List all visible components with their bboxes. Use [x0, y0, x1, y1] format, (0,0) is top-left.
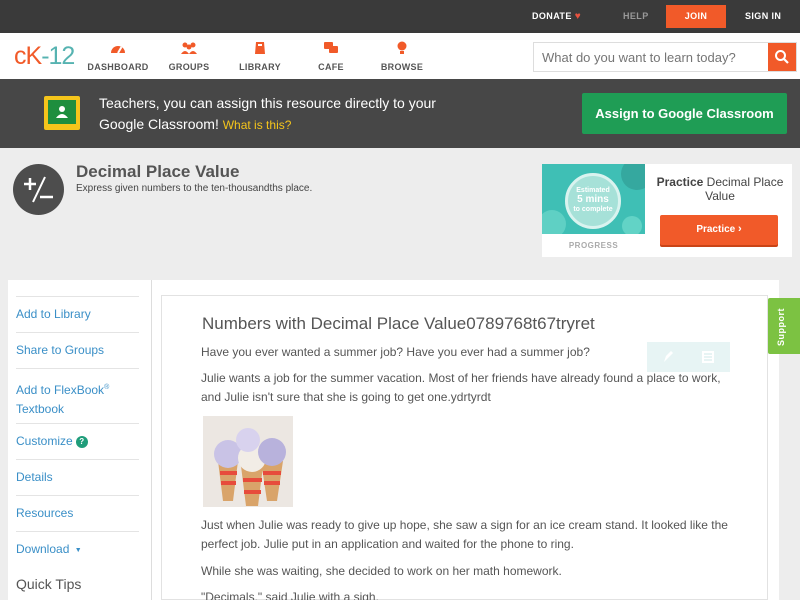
nav-dashboard[interactable]: DASHBOARD	[83, 41, 153, 72]
nav-cafe-label: CAFE	[318, 62, 344, 72]
customize-link[interactable]: Customize?	[16, 423, 139, 450]
download-label: Download	[16, 542, 70, 556]
plus-minus-icon	[13, 164, 64, 215]
estimated-mins: 5 mins	[577, 194, 609, 205]
concept-subtitle: Express given numbers to the ten-thousan…	[76, 183, 313, 194]
add-to-library-link[interactable]: Add to Library	[16, 296, 139, 323]
to-complete-label: to complete	[573, 206, 613, 213]
search-icon	[775, 50, 789, 64]
resources-link[interactable]: Resources	[16, 495, 139, 522]
logo-c: c	[14, 42, 26, 70]
logo-12: -12	[41, 42, 75, 70]
concept-title: Decimal Place Value	[76, 162, 240, 181]
customize-label: Customize	[16, 434, 73, 448]
donate-label: DONATE	[532, 11, 572, 21]
paragraph-4: While she was waiting, she decided to wo…	[201, 564, 562, 578]
estimated-label: Estimated	[576, 187, 610, 194]
heart-icon: ♥	[574, 11, 582, 22]
top-bar: DONATE ♥ HELP JOIN SIGN IN	[0, 0, 800, 33]
logo-k: K	[25, 42, 43, 70]
practice-button-label: Practice	[696, 224, 736, 235]
search-input[interactable]	[534, 43, 770, 71]
assign-google-classroom-button[interactable]: Assign to Google Classroom	[582, 93, 787, 134]
support-label: Support	[776, 308, 786, 346]
quick-tips-heading: Quick Tips	[16, 576, 82, 592]
paragraph-2: Julie wants a job for the summer vacatio…	[201, 371, 721, 404]
search-box	[533, 42, 797, 72]
chevron-right-icon: ›	[738, 223, 742, 235]
donate-link[interactable]: DONATE ♥	[532, 0, 581, 33]
cafe-icon	[324, 42, 338, 53]
help-icon[interactable]: ?	[75, 436, 88, 448]
share-to-groups-link[interactable]: Share to Groups	[16, 332, 139, 359]
browse-icon	[397, 41, 407, 54]
left-sidebar: Add to Library Share to Groups Add to Fl…	[8, 280, 151, 600]
nav-cafe[interactable]: CAFE	[296, 41, 366, 72]
ck12-logo[interactable]: cK-12	[14, 42, 75, 71]
practice-image: Estimated 5 mins to complete	[542, 164, 645, 234]
add-flexbook-label: Add to FlexBook	[16, 383, 105, 397]
google-classroom-banner: Teachers, you can assign this resource d…	[0, 79, 800, 148]
nav-browse-label: BROWSE	[380, 62, 424, 72]
practice-button[interactable]: Practice ›	[660, 215, 778, 245]
content-title: Numbers with Decimal Place Value0789768t…	[202, 314, 595, 333]
dashboard-icon	[111, 46, 125, 54]
practice-title: Practice Decimal Place Value	[648, 175, 792, 203]
nav-groups[interactable]: GROUPS	[154, 41, 224, 72]
practice-title-bold: Practice	[656, 175, 704, 189]
what-is-this-link[interactable]: What is this?	[223, 118, 292, 132]
main-header: cK-12 DASHBOARD GROUPS LIBRARY CAFE BROW…	[0, 33, 800, 79]
paragraph-3: Just when Julie was ready to give up hop…	[201, 518, 728, 551]
progress-label: PROGRESS	[568, 241, 619, 250]
paragraph-5: "Decimals," said Julie with a sigh.	[201, 590, 379, 600]
join-button[interactable]: JOIN	[666, 5, 726, 28]
search-button[interactable]	[768, 43, 796, 71]
google-classroom-icon	[44, 96, 80, 130]
help-link[interactable]: HELP	[623, 0, 649, 33]
nav-library[interactable]: LIBRARY	[225, 41, 295, 72]
nav-library-label: LIBRARY	[239, 62, 281, 72]
details-link[interactable]: Details	[16, 459, 139, 486]
sign-in-link[interactable]: SIGN IN	[745, 0, 781, 33]
registered-mark: ®	[104, 384, 110, 391]
add-to-flexbook-link[interactable]: Add to FlexBook® Textbook	[16, 368, 139, 419]
practice-title-rest: Decimal Place Value	[705, 175, 784, 203]
nav-browse[interactable]: BROWSE	[367, 41, 437, 72]
ice-cream-image	[203, 416, 293, 507]
time-estimate-badge: Estimated 5 mins to complete	[565, 173, 621, 229]
library-icon	[255, 42, 265, 54]
practice-card: Estimated 5 mins to complete PROGRESS Pr…	[542, 164, 792, 257]
banner-message: Teachers, you can assign this resource d…	[99, 93, 459, 136]
annotation-tools	[647, 342, 730, 372]
notes-icon[interactable]	[700, 349, 716, 365]
nav-dashboard-label: DASHBOARD	[87, 62, 149, 72]
pencil-icon[interactable]	[660, 349, 676, 365]
groups-icon	[181, 42, 197, 54]
chevron-down-icon: ▼	[74, 547, 82, 554]
nav-groups-label: GROUPS	[168, 62, 210, 72]
add-flexbook-label-2: Textbook	[16, 402, 65, 416]
download-link[interactable]: Download ▼	[16, 531, 139, 559]
